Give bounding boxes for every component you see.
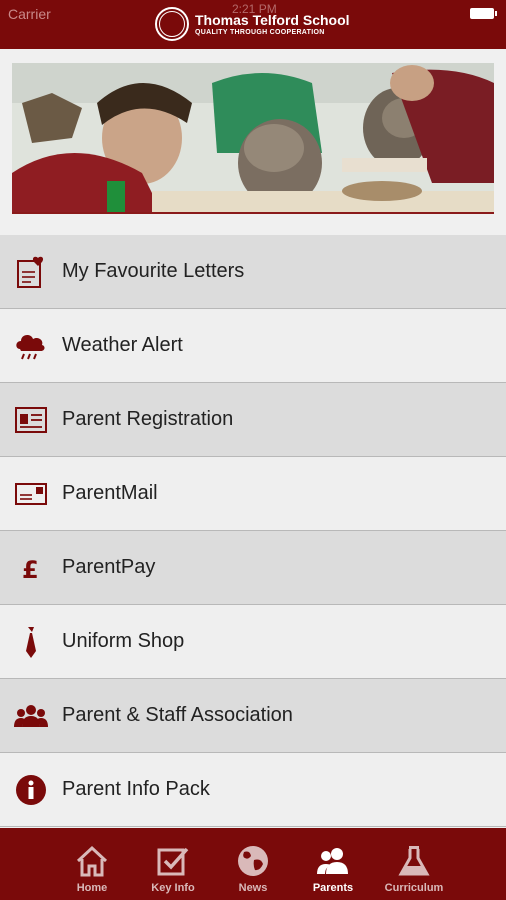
menu-label: Uniform Shop: [62, 630, 185, 652]
app-header: Carrier 2:21 PM Thomas Telford School QU…: [0, 0, 506, 49]
parents-menu: My Favourite Letters Weather Alert Paren…: [0, 235, 506, 827]
banner-photo: [12, 63, 494, 213]
menu-item-parent-staff-association[interactable]: Parent & Staff Association: [0, 679, 506, 753]
menu-item-parentpay[interactable]: £ ParentPay: [0, 531, 506, 605]
favourite-letter-icon: [14, 255, 48, 289]
school-tagline: QUALITY THROUGH COOPERATION: [195, 28, 325, 36]
menu-label: ParentPay: [62, 556, 156, 578]
menu-label: Parent & Staff Association: [62, 704, 293, 726]
battery-icon: [470, 8, 497, 19]
tab-label: Parents: [312, 882, 354, 894]
tab-home[interactable]: Home: [52, 828, 132, 900]
info-icon: [14, 773, 48, 807]
tab-curriculum[interactable]: Curriculum: [374, 828, 454, 900]
tab-label: News: [238, 882, 268, 894]
school-logo: Thomas Telford School QUALITY THROUGH CO…: [155, 7, 350, 41]
tab-key-info[interactable]: Key Info: [133, 828, 213, 900]
globe-icon: [236, 844, 270, 878]
id-card-icon: [14, 403, 48, 437]
envelope-icon: [14, 477, 48, 511]
menu-item-parent-registration[interactable]: Parent Registration: [0, 383, 506, 457]
banner-area: [0, 49, 506, 231]
tab-label: Key Info: [151, 882, 195, 894]
menu-item-favourite-letters[interactable]: My Favourite Letters: [0, 235, 506, 309]
tab-parents[interactable]: Parents: [293, 828, 373, 900]
menu-label: Parent Info Pack: [62, 778, 210, 800]
menu-label: Weather Alert: [62, 334, 183, 356]
tab-label: Curriculum: [384, 882, 444, 894]
school-name: Thomas Telford School: [195, 11, 350, 28]
people-icon: [316, 844, 350, 878]
tab-bar: Home Key Info News Parents Curriculum: [0, 828, 506, 900]
house-icon: [75, 844, 109, 878]
pound-sign-icon: £: [14, 551, 48, 585]
tie-icon: [14, 625, 48, 659]
menu-label: ParentMail: [62, 482, 158, 504]
menu-item-parentmail[interactable]: ParentMail: [0, 457, 506, 531]
group-icon: [14, 699, 48, 733]
banner-divider: [12, 212, 494, 214]
tab-label: Home: [76, 882, 108, 894]
menu-item-weather-alert[interactable]: Weather Alert: [0, 309, 506, 383]
checkbox-icon: [156, 844, 190, 878]
crest-icon: [155, 7, 189, 41]
tab-news[interactable]: News: [213, 828, 293, 900]
menu-label: My Favourite Letters: [62, 260, 245, 282]
storm-cloud-icon: [14, 329, 48, 363]
svg-text:£: £: [22, 556, 39, 583]
flask-icon: [397, 844, 431, 878]
menu-item-parent-info-pack[interactable]: Parent Info Pack: [0, 753, 506, 827]
menu-label: Parent Registration: [62, 408, 234, 430]
status-carrier: Carrier: [8, 6, 51, 22]
menu-item-uniform-shop[interactable]: Uniform Shop: [0, 605, 506, 679]
